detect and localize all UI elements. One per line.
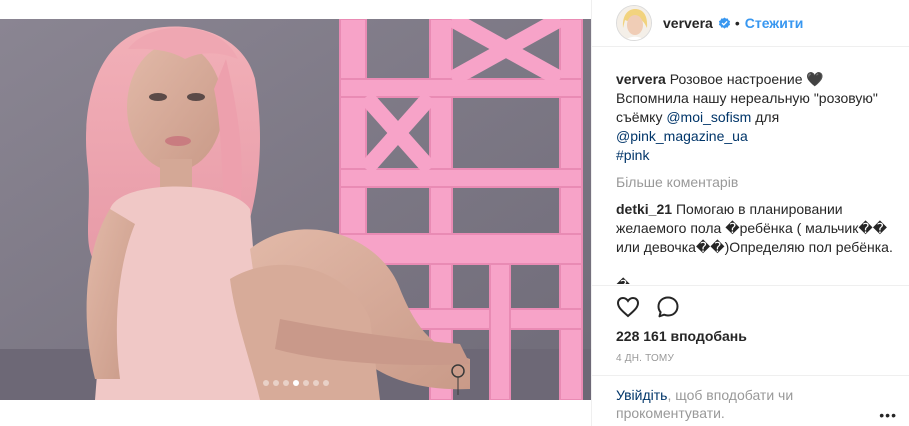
comment-icon[interactable]: [656, 295, 680, 319]
caption: ververa Розовое настроение 🖤 Вспомнила н…: [616, 70, 900, 165]
carousel-dot: [282, 380, 289, 386]
carousel-dot: [312, 380, 319, 386]
heart-icon[interactable]: [616, 295, 640, 319]
caption-hashtag[interactable]: #pink: [616, 147, 649, 163]
comments-list: ververa Розовое настроение 🖤 Вспомнила н…: [592, 48, 909, 284]
carousel-dot: [322, 380, 329, 386]
carousel-dot: [302, 380, 309, 386]
avatar-image: [617, 6, 651, 40]
post-sidebar: ververa • Стежити ververa Розовое настро…: [591, 0, 909, 426]
post-image[interactable]: [0, 19, 591, 400]
load-more-comments-button[interactable]: Більше коментарів: [616, 173, 900, 192]
carousel-dot: [272, 380, 279, 386]
likes-count[interactable]: 228 161 вподобань: [616, 328, 909, 344]
carousel-indicator: [0, 380, 591, 386]
caption-mention-2[interactable]: @pink_magazine_ua: [616, 128, 748, 144]
post-actions: 228 161 вподобань 4 дн. тому: [592, 285, 909, 364]
caption-text-1: Розовое настроение 🖤: [669, 71, 824, 87]
carousel-dot-active: [292, 380, 299, 386]
login-link[interactable]: Увійдіть: [616, 387, 667, 403]
caption-text-3: для: [751, 109, 780, 125]
verified-badge-icon: [718, 16, 730, 29]
caption-mention-1[interactable]: @moi_sofism: [666, 109, 751, 125]
comment-username[interactable]: detki_21: [616, 201, 672, 217]
avatar[interactable]: [616, 5, 652, 41]
follow-button[interactable]: Стежити: [745, 15, 804, 31]
post-header: ververa • Стежити: [592, 0, 909, 47]
post-timestamp[interactable]: 4 дн. тому: [616, 353, 909, 364]
post-photo: [0, 19, 591, 400]
header-separator: •: [734, 15, 740, 31]
comment-trailing: �: [616, 276, 900, 284]
more-options-icon[interactable]: •••: [879, 407, 897, 423]
caption-username[interactable]: ververa: [616, 71, 666, 87]
carousel-dot: [262, 380, 269, 386]
login-prompt: Увійдіть, щоб вподобати чи прокоментуват…: [592, 375, 909, 422]
header-username[interactable]: ververa: [663, 15, 713, 31]
comment: detki_21 Помогаю в планировании желаемог…: [616, 200, 900, 284]
